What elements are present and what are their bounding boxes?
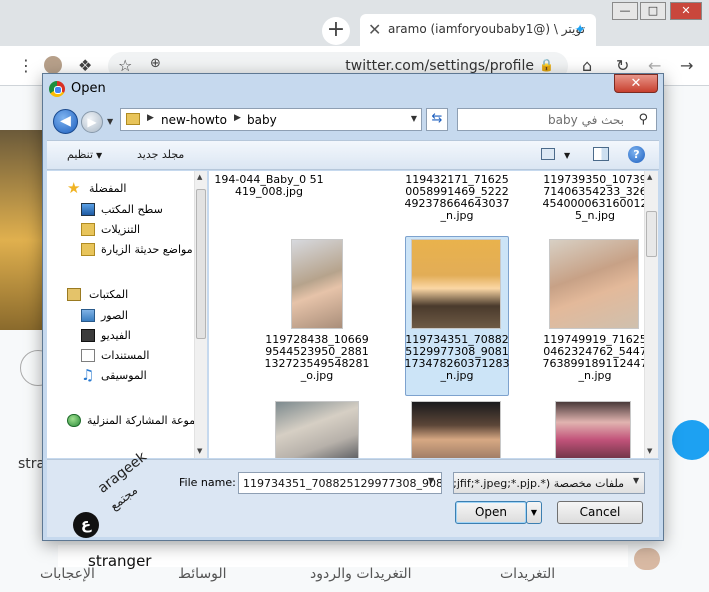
file-name-input[interactable]: 119734351_708825129977308_90817 xyxy=(238,472,442,494)
window-close-button[interactable]: ✕ xyxy=(670,2,702,20)
tab-title: aramo (iamforyoubaby1@) \ تويتر xyxy=(388,22,585,36)
new-folder-button[interactable]: مجلد جديد xyxy=(137,148,184,161)
documents-icon xyxy=(81,349,95,362)
open-button[interactable]: Open xyxy=(455,501,527,524)
arageek-logo-icon: ع xyxy=(73,512,99,538)
scroll-down-icon[interactable]: ▼ xyxy=(197,447,202,455)
cancel-button[interactable]: Cancel xyxy=(557,501,643,524)
search-placeholder: بحث في baby xyxy=(548,113,624,127)
profile-avatar[interactable] xyxy=(44,56,62,74)
file-thumbnail[interactable] xyxy=(411,401,501,458)
scroll-up-icon[interactable]: ▲ xyxy=(647,173,652,181)
tab-tweets-replies[interactable]: التغريدات والردود xyxy=(310,566,412,582)
tab-likes[interactable]: الإعجابات xyxy=(40,566,95,582)
breadcrumb-arrow-icon[interactable]: ▶ xyxy=(234,113,241,123)
star-icon: ★ xyxy=(67,179,81,197)
file-thumbnail[interactable] xyxy=(291,239,343,329)
breadcrumb-arrow-icon[interactable]: ▶ xyxy=(147,113,154,123)
view-dropdown-icon[interactable]: ▼ xyxy=(561,148,570,161)
nav-back-button[interactable]: ◀ xyxy=(53,109,78,134)
back-icon[interactable]: → xyxy=(680,56,693,75)
open-file-dialog: Open ✕ ◀ ▶ ▼ ▶ new-howto ▶ baby ▼ ⇆ بحث … xyxy=(42,73,664,541)
nav-scrollbar[interactable]: ▲ ▼ xyxy=(194,171,207,458)
help-icon[interactable]: ? xyxy=(628,146,645,163)
recent-locations-dropdown[interactable]: ▼ xyxy=(107,117,113,126)
maximize-button[interactable]: □ xyxy=(640,2,666,20)
desktop-icon xyxy=(81,203,95,216)
file-scroll-thumb[interactable] xyxy=(646,211,657,257)
dialog-close-button[interactable]: ✕ xyxy=(614,74,658,93)
file-thumbnail-selected[interactable] xyxy=(411,239,501,329)
arageek-watermark: ع arageek مجتمع xyxy=(73,449,150,540)
open-options-button[interactable]: ▼ xyxy=(526,501,542,524)
dialog-title: Open xyxy=(71,81,106,96)
downloads-icon xyxy=(81,223,95,236)
nav-downloads[interactable]: التنزيلات xyxy=(79,220,206,240)
chrome-icon xyxy=(49,81,65,97)
music-icon: ♫ xyxy=(81,366,95,384)
file-type-dropdown-icon[interactable]: ▼ xyxy=(633,476,639,485)
path-dropdown-icon[interactable]: ▼ xyxy=(411,114,417,123)
scroll-down-icon[interactable]: ▼ xyxy=(647,447,652,455)
background-photo xyxy=(0,130,44,330)
file-scrollbar[interactable]: ▲ ▼ xyxy=(644,171,658,458)
file-name-label-selected[interactable]: 119734351_70882 5129977308_9081 17347826… xyxy=(401,334,513,382)
breadcrumb-new-howto[interactable]: new-howto xyxy=(161,113,227,127)
nav-libraries[interactable]: المكتبات xyxy=(63,285,206,305)
new-tab-button[interactable]: + xyxy=(322,17,350,45)
file-name-label[interactable]: 194-044_Baby_0 51419_008.jpg xyxy=(213,174,325,198)
nav-forward-button[interactable]: ▶ xyxy=(81,111,103,133)
videos-icon xyxy=(81,329,95,342)
file-name-label[interactable]: 119432171_71625 0058991469_5222 49237866… xyxy=(401,174,513,222)
file-name-label-text: File name: xyxy=(179,476,236,489)
homegroup-icon xyxy=(67,414,81,427)
search-input[interactable]: بحث في baby ⚲ xyxy=(457,108,657,131)
file-list: 194-044_Baby_0 51419_008.jpg 119432171_7… xyxy=(209,171,645,458)
tab-strip: — □ ✕ + ✕ aramo (iamforyoubaby1@) \ تويت… xyxy=(0,0,709,46)
libraries-icon xyxy=(67,288,81,301)
file-thumbnail[interactable] xyxy=(275,401,359,458)
refresh-button[interactable]: ⇆ xyxy=(426,108,448,131)
nav-videos[interactable]: الفيديو xyxy=(79,326,206,346)
file-name-dropdown-icon[interactable]: ▼ xyxy=(428,476,434,485)
file-type-select[interactable]: ملفات مخصصة (*.jfif;*.jpeg;*.pjp;* xyxy=(453,472,645,494)
breadcrumb-baby[interactable]: baby xyxy=(247,113,277,127)
menu-dots-icon[interactable]: ⋮ xyxy=(18,56,34,75)
nav-desktop[interactable]: سطح المكتب xyxy=(79,200,206,220)
profile-tabs: الإعجابات الوسائط التغريدات والردود التغ… xyxy=(0,562,709,592)
nav-recent-places[interactable]: مواضع حديثة الزيارة xyxy=(79,240,206,260)
change-view-icon[interactable] xyxy=(541,148,555,160)
folder-icon xyxy=(126,113,140,125)
lock-icon: 🔒 xyxy=(539,58,554,72)
nav-pictures[interactable]: الصور xyxy=(79,306,206,326)
tab-media[interactable]: الوسائط xyxy=(178,566,227,582)
command-bar: تنظيم ▼ مجلد جديد ▼ ? xyxy=(47,140,659,170)
recent-places-icon xyxy=(81,243,95,256)
nav-documents[interactable]: المستندات xyxy=(79,346,206,366)
background-blue-button xyxy=(672,420,709,460)
path-bar[interactable]: ▶ new-howto ▶ baby ▼ xyxy=(120,108,422,131)
twitter-icon: ✦ xyxy=(574,22,586,38)
minimize-button[interactable]: — xyxy=(612,2,638,20)
site-info-icon[interactable]: ⊕ xyxy=(150,56,161,71)
preview-pane-icon[interactable] xyxy=(593,147,609,161)
file-name-label[interactable]: 119739350_10739 71406354233_326 45400006… xyxy=(539,174,646,222)
pictures-icon xyxy=(81,309,95,322)
nav-scroll-thumb[interactable] xyxy=(196,189,206,339)
tab-tweets[interactable]: التغريدات xyxy=(500,566,555,582)
file-name-label[interactable]: 119728438_10669 9544523950_2881 13272354… xyxy=(261,334,373,382)
nav-favorites[interactable]: ★ المفضلة xyxy=(63,179,206,199)
file-thumbnail[interactable] xyxy=(555,401,631,458)
tab-close-icon[interactable]: ✕ xyxy=(368,20,381,39)
browser-tab[interactable]: ✕ aramo (iamforyoubaby1@) \ تويتر ✦ xyxy=(360,14,596,46)
url-text: twitter.com/settings/profile xyxy=(345,58,534,74)
nav-homegroup[interactable]: مجموعة المشاركة المنزلية xyxy=(63,411,206,431)
file-name-label[interactable]: 119749919_71625 0462324762_5447 76389918… xyxy=(539,334,646,382)
navigation-pane: ★ المفضلة سطح المكتب التنزيلات مواضع حدي… xyxy=(47,171,207,458)
scroll-up-icon[interactable]: ▲ xyxy=(197,173,202,181)
nav-music[interactable]: ♫ الموسيقى xyxy=(79,366,206,386)
search-icon[interactable]: ⚲ xyxy=(638,112,648,127)
file-thumbnail[interactable] xyxy=(549,239,639,329)
organize-button[interactable]: تنظيم ▼ xyxy=(67,148,102,161)
